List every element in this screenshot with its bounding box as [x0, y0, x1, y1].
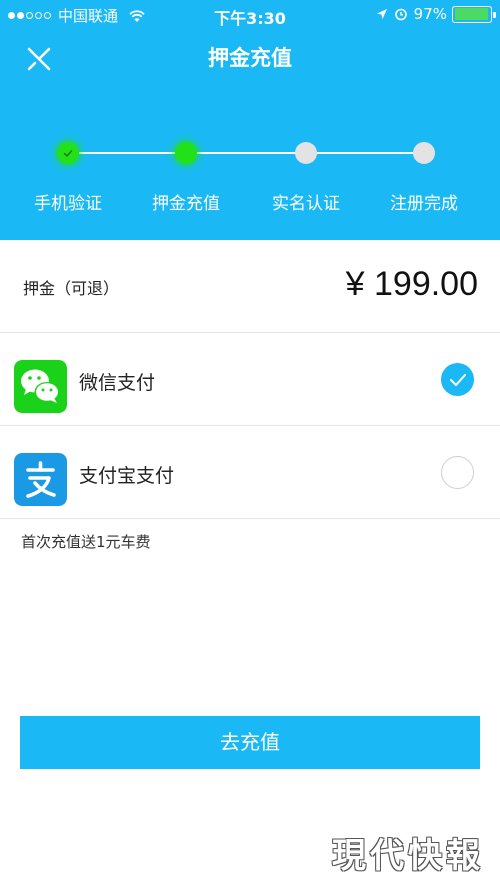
step-label-3: 实名认证 [272, 194, 340, 214]
step-dot-4 [413, 142, 435, 164]
alarm-icon [394, 8, 407, 21]
recharge-button[interactable]: 去充值 [20, 716, 480, 769]
radio-wechat[interactable] [441, 363, 474, 396]
battery-cap [493, 11, 496, 18]
step-dot-3 [295, 142, 317, 164]
payment-option-alipay[interactable]: 支付宝支付 [0, 426, 500, 519]
payment-label-alipay: 支付宝支付 [79, 465, 175, 487]
step-label-1: 手机验证 [34, 194, 102, 214]
page-title: 押金充值 [208, 46, 292, 70]
wechat-icon [14, 360, 67, 413]
alipay-icon [14, 453, 67, 506]
location-arrow-icon [376, 9, 387, 19]
battery-icon [452, 5, 496, 23]
watermark-logo: 現代快報 [332, 836, 484, 876]
header: 中国联通 下午3:30 97% 押金充值 手机验证 押金充值 实名认证 注册完成 [0, 0, 500, 240]
progress-line [68, 152, 424, 154]
deposit-amount: ¥ 199.00 [345, 265, 478, 303]
step-label-4: 注册完成 [390, 194, 458, 214]
status-right: 97% [376, 5, 496, 23]
battery-percent: 97% [413, 5, 447, 23]
payment-label-wechat: 微信支付 [79, 372, 156, 394]
deposit-label: 押金（可退） [23, 279, 120, 298]
step-dot-2 [175, 142, 197, 164]
step-dot-1 [57, 142, 79, 164]
status-bar: 中国联通 下午3:30 97% [0, 0, 500, 30]
payment-option-wechat[interactable]: 微信支付 [0, 333, 500, 426]
step-label-2: 押金充值 [152, 194, 220, 214]
radio-alipay[interactable] [441, 456, 474, 489]
step-check-icon [63, 150, 73, 157]
check-icon [450, 374, 466, 386]
deposit-row: 押金（可退） ¥ 199.00 [0, 240, 500, 333]
promo-text: 首次充值送1元车费 [21, 533, 151, 551]
battery-fill [454, 8, 489, 20]
